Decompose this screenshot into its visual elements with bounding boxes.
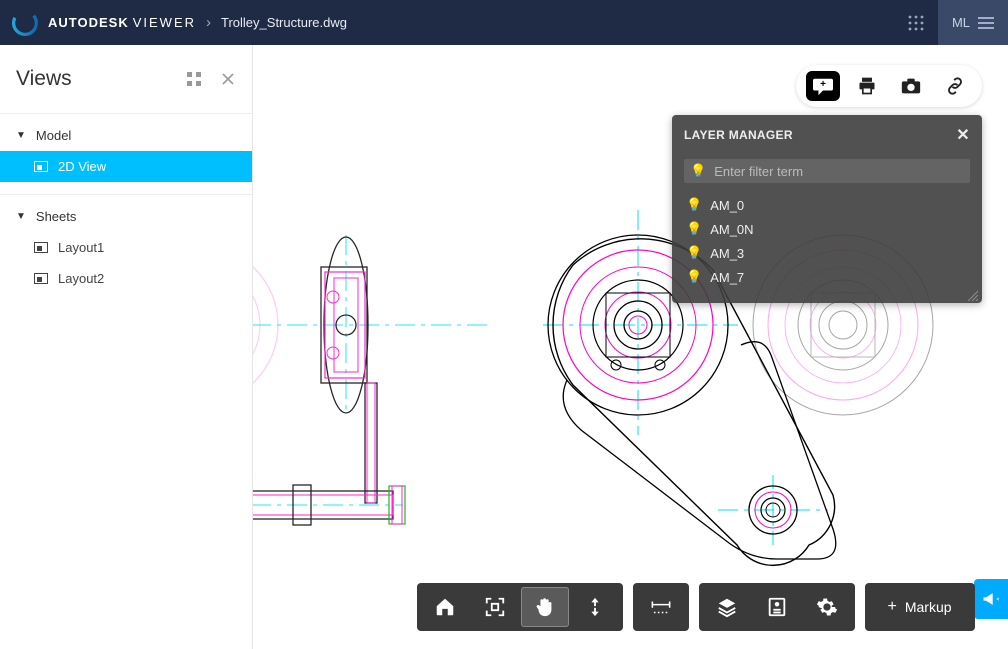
sidebar-title: Views: [16, 67, 72, 91]
file-name: Trolley_Structure.dwg: [221, 15, 347, 30]
sheet-icon: [34, 242, 48, 253]
layer-manager-title: LAYER MANAGER: [684, 128, 793, 142]
tree-section-label: Sheets: [36, 209, 76, 224]
layer-name: AM_3: [710, 246, 744, 261]
vertical-pan-button[interactable]: [571, 587, 619, 627]
camera-icon: [900, 76, 922, 96]
resize-icon: [966, 289, 978, 301]
svg-text:+: +: [820, 79, 826, 90]
layers-icon: [716, 596, 738, 618]
share-button[interactable]: [938, 71, 972, 101]
thumbnails-toggle-button[interactable]: [186, 71, 202, 87]
layer-row[interactable]: 💡 AM_0: [684, 193, 970, 217]
markup-button[interactable]: + Markup: [865, 583, 975, 631]
vertical-arrows-icon: [584, 596, 606, 618]
viewer-canvas[interactable]: + LAYER MANAGER ✕ 💡: [253, 45, 1008, 649]
home-icon: [434, 596, 456, 618]
bulb-icon[interactable]: 💡: [686, 245, 702, 261]
close-icon: [222, 73, 234, 85]
tree-item-layout1[interactable]: Layout1: [0, 232, 252, 263]
chevron-down-icon: ▼: [16, 211, 26, 222]
toolbar-group-nav: [417, 583, 623, 631]
apps-grid-button[interactable]: [893, 0, 938, 45]
app-header: AUTODESK VIEWER › Trolley_Structure.dwg …: [0, 0, 1008, 45]
gear-icon: [816, 596, 838, 618]
layers-button[interactable]: [703, 587, 751, 627]
print-button[interactable]: [850, 71, 884, 101]
resize-handle[interactable]: [966, 289, 978, 301]
layer-row[interactable]: 💡 AM_7: [684, 265, 970, 289]
main-body: Views ▼ Model 2D View: [0, 45, 1008, 649]
pan-icon: [534, 596, 556, 618]
bulb-icon[interactable]: 💡: [686, 269, 702, 285]
bulb-icon[interactable]: 💡: [686, 221, 702, 237]
sidebar-header: Views: [0, 45, 252, 107]
grid-icon: [908, 15, 924, 31]
tree-item-label: 2D View: [58, 159, 106, 174]
comment-button[interactable]: +: [806, 71, 840, 101]
home-button[interactable]: [421, 587, 469, 627]
user-initials: ML: [952, 15, 970, 30]
markup-label: Markup: [905, 599, 952, 615]
settings-button[interactable]: [803, 587, 851, 627]
bulb-icon[interactable]: 💡: [690, 163, 706, 179]
brand-thin: VIEWER: [133, 15, 196, 30]
tree-item-label: Layout2: [58, 271, 104, 286]
chevron-down-icon: ▼: [16, 130, 26, 141]
header-right: ML: [893, 0, 1008, 45]
measure-button[interactable]: [637, 587, 685, 627]
tree-item-label: Layout1: [58, 240, 104, 255]
layer-manager-close-button[interactable]: ✕: [956, 125, 970, 145]
close-sidebar-button[interactable]: [220, 71, 236, 87]
hamburger-icon: [978, 17, 994, 29]
brand-bold: AUTODESK: [48, 15, 129, 30]
bulb-icon[interactable]: 💡: [686, 197, 702, 213]
toolbar-group-measure: [633, 583, 689, 631]
views-sidebar: Views ▼ Model 2D View: [0, 45, 253, 649]
thumbnails-icon: [187, 72, 201, 86]
print-icon: [856, 76, 878, 96]
tree-section-sheets: ▼ Sheets Layout1 Layout2: [0, 188, 252, 300]
tree-item-2d-view[interactable]: 2D View: [0, 151, 252, 182]
tree-header-model[interactable]: ▼ Model: [0, 120, 252, 151]
layer-manager-body: 💡 💡 AM_0 💡 AM_0N 💡 AM_3 💡 AM_7: [672, 153, 982, 303]
toolbar-group-tools: [699, 583, 855, 631]
layer-row[interactable]: 💡 AM_3: [684, 241, 970, 265]
layer-name: AM_0N: [710, 222, 753, 237]
tree-item-layout2[interactable]: Layout2: [0, 263, 252, 294]
fit-to-view-button[interactable]: [471, 587, 519, 627]
view-icon: [34, 161, 48, 172]
plus-icon: +: [887, 598, 896, 616]
properties-icon: [766, 596, 788, 618]
breadcrumb-separator: ›: [206, 14, 211, 31]
comment-icon: +: [812, 76, 834, 96]
bottom-toolbar: + Markup: [417, 583, 975, 631]
properties-button[interactable]: [753, 587, 801, 627]
link-icon: [944, 76, 966, 96]
tree-section-model: ▼ Model 2D View: [0, 107, 252, 188]
action-pill: +: [796, 65, 982, 107]
tree-section-label: Model: [36, 128, 71, 143]
measure-icon: [650, 596, 672, 618]
feedback-button[interactable]: [974, 579, 1008, 619]
megaphone-icon: [981, 589, 1001, 609]
fit-icon: [484, 596, 506, 618]
layer-name: AM_7: [710, 270, 744, 285]
user-menu-button[interactable]: ML: [938, 0, 1008, 45]
layer-filter-row: 💡: [684, 159, 970, 183]
brand-text: AUTODESK VIEWER: [48, 15, 196, 30]
layer-name: AM_0: [710, 198, 744, 213]
pan-button[interactable]: [521, 587, 569, 627]
tree-header-sheets[interactable]: ▼ Sheets: [0, 201, 252, 232]
layer-filter-input[interactable]: [714, 164, 964, 179]
layer-row[interactable]: 💡 AM_0N: [684, 217, 970, 241]
sheet-icon: [34, 273, 48, 284]
autodesk-logo-icon: [12, 10, 38, 36]
layer-manager-panel[interactable]: LAYER MANAGER ✕ 💡 💡 AM_0 💡 AM_0N 💡: [672, 115, 982, 303]
brand-area: AUTODESK VIEWER › Trolley_Structure.dwg: [0, 10, 347, 36]
layer-manager-titlebar[interactable]: LAYER MANAGER ✕: [672, 115, 982, 153]
screenshot-button[interactable]: [894, 71, 928, 101]
